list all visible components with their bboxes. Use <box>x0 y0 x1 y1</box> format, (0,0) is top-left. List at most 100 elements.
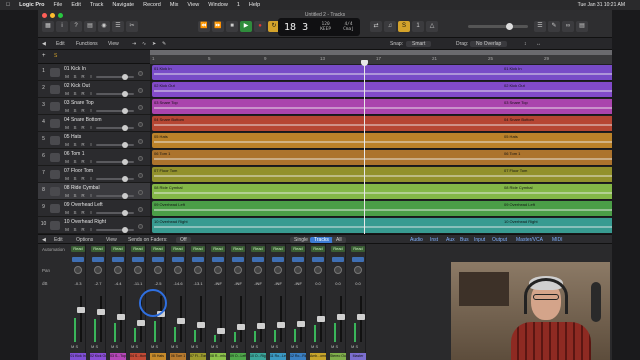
solo-button[interactable]: S <box>255 344 258 349</box>
mute-button[interactable]: M <box>351 344 354 349</box>
menu-1[interactable]: 1 <box>237 2 240 8</box>
track-lane[interactable]: 05 Hats 05 Hats <box>150 132 612 149</box>
mute-button[interactable]: M <box>71 344 74 349</box>
track-header[interactable]: 4 04 Snare Bottom M S R I <box>38 115 150 132</box>
automation-mode-button[interactable]: Read <box>211 246 225 252</box>
track-volume-slider[interactable] <box>96 210 134 216</box>
stop-button[interactable]: ■ <box>226 21 238 32</box>
track-header[interactable]: 9 09 Overhead Left M S R I <box>38 200 150 217</box>
snap-select[interactable]: Smart <box>406 41 432 47</box>
volume-fader[interactable] <box>297 321 305 327</box>
channel-name[interactable]: 08 R...mbal <box>210 353 226 360</box>
track-volume-slider[interactable] <box>96 227 134 233</box>
editors-button[interactable]: ✂ <box>126 21 138 32</box>
track-on-off-button[interactable] <box>138 139 143 144</box>
input-monitor-button[interactable]: I <box>88 108 94 113</box>
solo-button[interactable]: S <box>72 142 78 147</box>
replace-button[interactable]: ⇄ <box>370 21 382 32</box>
volume-readout[interactable]: -INF <box>230 281 246 286</box>
track-lane[interactable]: 10 Overhead Right 10 Overhead Right <box>150 217 612 234</box>
input-monitor-button[interactable]: I <box>88 193 94 198</box>
mute-button[interactable]: M <box>64 91 70 96</box>
mixer-button[interactable]: ☰ <box>112 21 124 32</box>
input-monitor-button[interactable]: I <box>88 74 94 79</box>
menu-navigate[interactable]: Navigate <box>112 2 134 8</box>
pan-knob[interactable] <box>254 266 262 274</box>
mixer-options-menu[interactable]: Options <box>76 237 93 243</box>
track-name[interactable]: 03 Snare Top <box>64 100 94 106</box>
track-header[interactable]: 5 05 Hats M S R I <box>38 132 150 149</box>
volume-fader[interactable] <box>357 314 365 320</box>
pan-knob[interactable] <box>114 266 122 274</box>
mute-button[interactable]: M <box>151 344 154 349</box>
channel-name[interactable]: 02 Kick Out <box>90 353 106 360</box>
volume-knob[interactable] <box>122 91 128 97</box>
automation-mode-button[interactable]: Read <box>311 246 325 252</box>
mute-button[interactable]: M <box>64 210 70 215</box>
track-volume-slider[interactable] <box>96 193 134 199</box>
input-slot[interactable] <box>172 257 184 262</box>
volume-knob[interactable] <box>122 159 128 165</box>
track-name[interactable]: 10 Overhead Right <box>64 219 106 225</box>
input-monitor-button[interactable]: I <box>88 176 94 181</box>
track-volume-slider[interactable] <box>96 142 134 148</box>
track-on-off-button[interactable] <box>138 156 143 161</box>
input-monitor-button[interactable]: I <box>88 91 94 96</box>
solo-button[interactable]: S <box>275 344 278 349</box>
record-enable-button[interactable]: R <box>80 108 86 113</box>
record-enable-button[interactable]: R <box>80 176 86 181</box>
cycle-region[interactable] <box>150 50 612 55</box>
mute-button[interactable]: M <box>91 344 94 349</box>
menu-window[interactable]: Window <box>208 2 228 8</box>
solo-button[interactable]: S <box>295 344 298 349</box>
help-button[interactable]: ? <box>70 21 82 32</box>
volume-readout[interactable]: -INF <box>270 281 286 286</box>
pan-knob[interactable] <box>314 266 322 274</box>
input-slot[interactable] <box>332 257 344 262</box>
toolbar-button[interactable]: ▤ <box>84 21 96 32</box>
solo-button[interactable]: S <box>72 108 78 113</box>
tab-single[interactable]: Single <box>290 237 312 243</box>
count-in-button[interactable]: 1 <box>412 21 424 32</box>
arrange-area[interactable]: 01 Kick In 01 Kick In 02 Kick Out 02 Kick O… <box>150 64 612 234</box>
pencil-tool-icon[interactable]: ✎ <box>162 41 166 47</box>
record-enable-button[interactable]: R <box>80 91 86 96</box>
mixer-edit-menu[interactable]: Edit <box>54 237 63 243</box>
track-on-off-button[interactable] <box>138 122 143 127</box>
channel-name[interactable]: 12 Ro...Right <box>290 353 306 360</box>
menu-track[interactable]: Track <box>90 2 104 8</box>
pan-knob[interactable] <box>274 266 282 274</box>
solo-button[interactable]: S <box>398 21 410 32</box>
pointer-tool-icon[interactable]: ➤ <box>152 41 156 47</box>
automation-mode-button[interactable]: Read <box>191 246 205 252</box>
pan-knob[interactable] <box>334 266 342 274</box>
input-slot[interactable] <box>232 257 244 262</box>
volume-readout[interactable]: -0.3 <box>70 281 86 286</box>
mute-button[interactable]: M <box>171 344 174 349</box>
solo-button[interactable]: S <box>72 159 78 164</box>
volume-knob[interactable] <box>122 74 128 80</box>
drag-select[interactable]: No Overlap <box>470 41 508 47</box>
filter-midi[interactable]: MIDI <box>552 237 563 243</box>
mute-button[interactable]: M <box>64 159 70 164</box>
smart-controls-button[interactable]: ◉ <box>98 21 110 32</box>
volume-readout[interactable]: -4.4 <box>110 281 126 286</box>
track-lane[interactable]: 09 Overhead Left 09 Overhead Left <box>150 200 612 217</box>
menu-mix[interactable]: Mix <box>170 2 179 8</box>
tab-all[interactable]: All <box>332 237 346 243</box>
audio-region[interactable]: 06 Tom 1 06 Tom 1 <box>152 150 612 165</box>
input-slot[interactable] <box>112 257 124 262</box>
volume-fader[interactable] <box>177 318 185 324</box>
solo-button[interactable]: S <box>155 344 158 349</box>
tab-tracks[interactable]: Tracks <box>310 237 333 243</box>
audio-region[interactable]: 09 Overhead Left 09 Overhead Left <box>152 201 612 216</box>
menu-edit[interactable]: Edit <box>71 2 80 8</box>
track-name[interactable]: 05 Hats <box>64 134 81 140</box>
channel-name[interactable]: 10 O...Right <box>250 353 266 360</box>
track-volume-slider[interactable] <box>96 74 134 80</box>
solo-button[interactable]: S <box>175 344 178 349</box>
play-button[interactable]: ▶ <box>240 21 252 32</box>
track-on-off-button[interactable] <box>138 71 143 76</box>
automation-mode-button[interactable]: Read <box>71 246 85 252</box>
audio-region[interactable]: 05 Hats 05 Hats <box>152 133 612 148</box>
